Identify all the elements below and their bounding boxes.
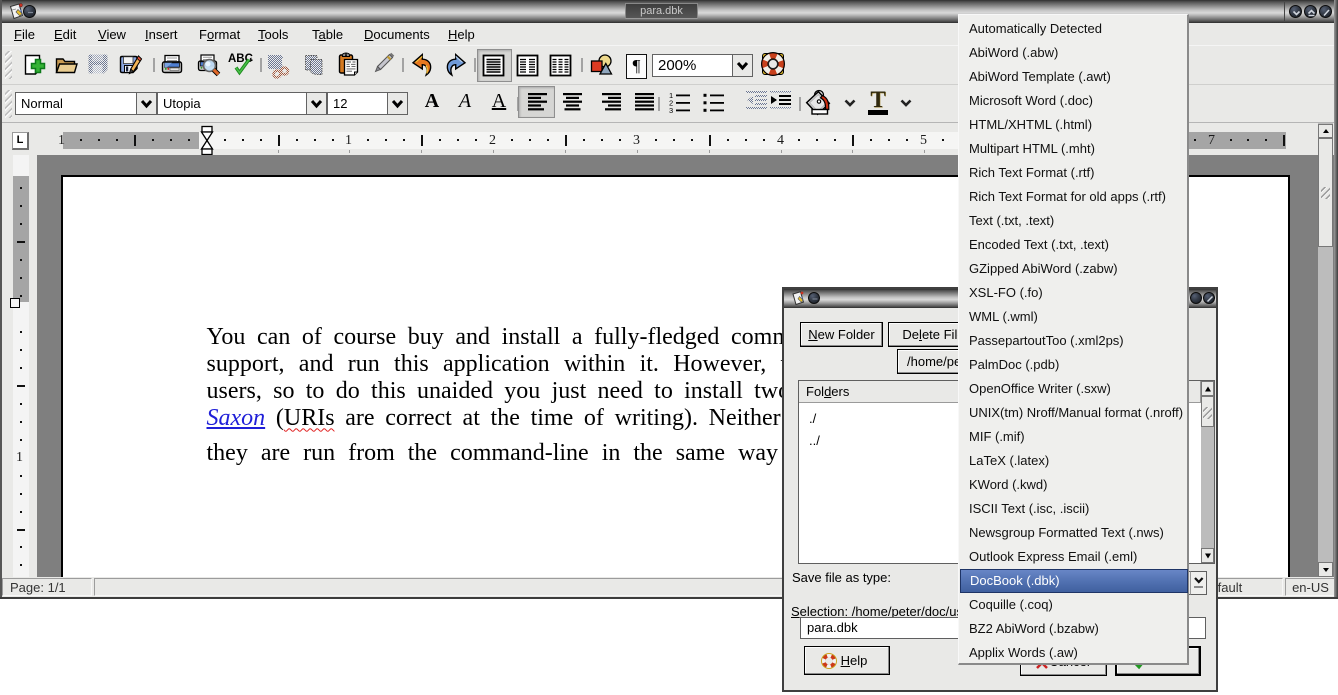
svg-text:3: 3 <box>669 106 673 115</box>
svg-text:ABC: ABC <box>228 53 253 65</box>
